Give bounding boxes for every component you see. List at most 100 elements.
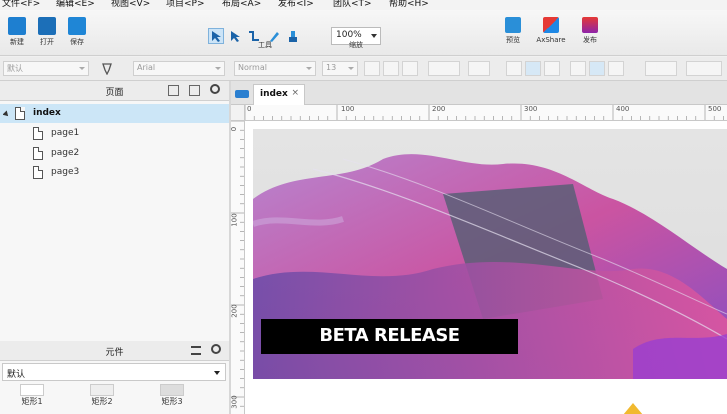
widget-rect1[interactable]: 矩形1 bbox=[2, 384, 62, 414]
page-icon bbox=[33, 127, 43, 140]
format-painter-icon bbox=[289, 31, 297, 42]
ruler-label: 0 bbox=[231, 126, 239, 132]
bold-button[interactable] bbox=[364, 61, 380, 76]
menu-file[interactable]: 文件<F> bbox=[2, 0, 40, 9]
widget-rect3[interactable]: 矩形3 bbox=[142, 384, 202, 414]
menu-publish[interactable]: 发布<I> bbox=[278, 0, 314, 9]
text-color-button[interactable] bbox=[428, 61, 460, 76]
tree-item-page1[interactable]: page1 bbox=[0, 124, 229, 143]
align-top-button[interactable] bbox=[570, 61, 586, 76]
sitemap-icon[interactable] bbox=[235, 88, 249, 98]
select-contain-tool[interactable] bbox=[227, 28, 243, 44]
ruler-label: 200 bbox=[432, 105, 446, 113]
folder-icon bbox=[38, 17, 56, 35]
font-family-select[interactable]: Arial bbox=[133, 61, 225, 76]
preview-button[interactable]: 预览 bbox=[498, 14, 528, 45]
align-middle-button[interactable] bbox=[589, 61, 605, 76]
rectangle-icon bbox=[20, 384, 44, 396]
design-canvas[interactable]: BETA RELEASE bbox=[245, 121, 727, 414]
library-select[interactable]: 默认 bbox=[2, 363, 226, 381]
horizontal-ruler: 0 100 200 300 400 500 bbox=[245, 105, 727, 121]
align-center-button[interactable] bbox=[525, 61, 541, 76]
ruler-label: 300 bbox=[231, 395, 239, 409]
page-icon bbox=[15, 107, 25, 120]
bullet-button[interactable] bbox=[468, 61, 490, 76]
widget-rect2[interactable]: 矩形2 bbox=[72, 384, 132, 414]
menu-view[interactable]: 视图<V> bbox=[111, 0, 150, 9]
align-right-button[interactable] bbox=[544, 61, 560, 76]
tree-item-page3[interactable]: page3 bbox=[0, 163, 229, 182]
style-select[interactable]: 默认 bbox=[3, 61, 89, 76]
new-button[interactable]: 新建 bbox=[2, 14, 32, 47]
close-icon[interactable]: × bbox=[291, 88, 299, 98]
menu-layout[interactable]: 布局<A> bbox=[222, 0, 261, 9]
vertical-ruler: 0 100 200 300 bbox=[231, 121, 245, 414]
select-intersect-tool[interactable] bbox=[208, 28, 224, 44]
format-toolbar: 默认 Arial Normal 13 bbox=[0, 57, 727, 81]
menu-project[interactable]: 项目<P> bbox=[166, 0, 205, 9]
add-page-icon[interactable] bbox=[168, 85, 179, 96]
chevron-down-icon bbox=[348, 67, 354, 70]
menu-bar: 文件<F> 编辑<E> 视图<V> 项目<P> 布局<A> 发布<I> 团队<T… bbox=[0, 0, 727, 10]
tree-item-page2[interactable]: page2 bbox=[0, 144, 229, 163]
chevron-down-icon bbox=[215, 67, 221, 70]
search-icon[interactable] bbox=[210, 84, 220, 94]
ruler-label: 100 bbox=[231, 213, 239, 227]
ruler-label: 0 bbox=[247, 105, 252, 113]
italic-button[interactable] bbox=[383, 61, 399, 76]
editor-tab-strip: index × bbox=[231, 81, 727, 105]
rectangle-icon bbox=[160, 384, 184, 396]
save-button[interactable]: 保存 bbox=[62, 14, 92, 47]
format-painter-tool[interactable] bbox=[285, 28, 301, 44]
publish-button[interactable]: 发布 bbox=[575, 14, 605, 45]
align-left-button[interactable] bbox=[506, 61, 522, 76]
play-icon bbox=[505, 17, 521, 33]
main-toolbar: 新建 打开 保存 工具 100% 缩放 预览 AxShare 发布 bbox=[0, 10, 727, 56]
rectangle-icon bbox=[90, 384, 114, 396]
beta-release-label[interactable]: BETA RELEASE bbox=[261, 319, 518, 354]
ruler-label: 300 bbox=[524, 105, 538, 113]
chevron-down-icon bbox=[214, 371, 220, 375]
pages-panel: 页面 index page1 page2 page3 bbox=[0, 81, 229, 341]
new-file-icon bbox=[8, 17, 26, 35]
fill-color-button[interactable] bbox=[645, 61, 677, 76]
font-weight-select[interactable]: Normal bbox=[234, 61, 316, 76]
chevron-down-icon bbox=[371, 34, 377, 38]
pages-panel-header: 页面 bbox=[0, 81, 229, 101]
menu-icon[interactable] bbox=[191, 346, 201, 355]
ruler-label: 200 bbox=[231, 304, 239, 318]
axshare-icon bbox=[543, 17, 559, 33]
search-icon[interactable] bbox=[211, 344, 221, 354]
zoom-group-label: 缩放 bbox=[349, 41, 363, 49]
chevron-down-icon bbox=[79, 67, 85, 70]
widgets-panel-header: 元件 bbox=[0, 341, 229, 361]
ruler-ticks bbox=[245, 105, 724, 120]
banner-image[interactable]: BETA RELEASE bbox=[253, 129, 727, 379]
arrow-cursor-icon bbox=[212, 31, 221, 42]
ruler-label: 500 bbox=[708, 105, 722, 113]
triangle-shape[interactable] bbox=[623, 403, 643, 414]
arrow-cursor-icon bbox=[231, 31, 240, 42]
underline-button[interactable] bbox=[402, 61, 418, 76]
page-icon bbox=[33, 166, 43, 179]
ruler-label: 400 bbox=[616, 105, 630, 113]
align-bottom-button[interactable] bbox=[608, 61, 624, 76]
axshare-button[interactable]: AxShare bbox=[532, 14, 570, 45]
tab-index[interactable]: index × bbox=[253, 84, 305, 105]
chevron-down-icon bbox=[306, 67, 312, 70]
menu-team[interactable]: 团队<T> bbox=[333, 0, 372, 9]
publish-icon bbox=[582, 17, 598, 33]
add-folder-icon[interactable] bbox=[189, 85, 200, 96]
menu-help[interactable]: 帮助<H> bbox=[389, 0, 429, 9]
menu-edit[interactable]: 编辑<E> bbox=[56, 0, 95, 9]
brush-icon bbox=[102, 63, 112, 76]
expand-triangle-icon[interactable] bbox=[3, 110, 10, 117]
border-style-button[interactable] bbox=[686, 61, 722, 76]
tree-item-index[interactable]: index bbox=[0, 104, 229, 123]
style-manager-button[interactable] bbox=[100, 61, 116, 76]
floppy-icon bbox=[68, 17, 86, 35]
tools-group-label: 工具 bbox=[258, 41, 272, 49]
font-size-select[interactable]: 13 bbox=[322, 61, 358, 76]
open-button[interactable]: 打开 bbox=[32, 14, 62, 47]
page-icon bbox=[33, 147, 43, 160]
